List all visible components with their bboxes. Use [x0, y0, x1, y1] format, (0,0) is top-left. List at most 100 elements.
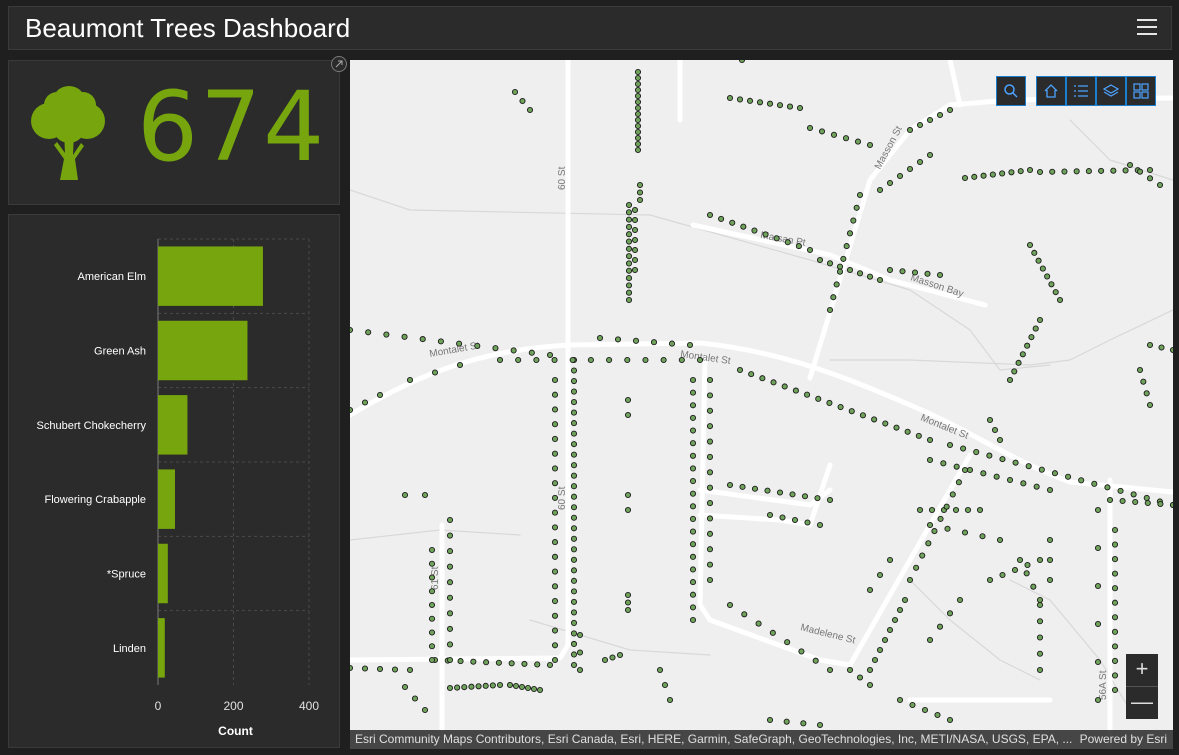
- tree-point[interactable]: [1111, 614, 1119, 621]
- tree-point[interactable]: [454, 684, 461, 691]
- tree-point[interactable]: [1026, 241, 1034, 249]
- tree-point[interactable]: [936, 111, 944, 119]
- tree-point[interactable]: [1111, 585, 1119, 592]
- tree-point[interactable]: [738, 60, 746, 64]
- tree-point[interactable]: [576, 649, 584, 656]
- tree-point[interactable]: [1146, 175, 1154, 182]
- tree-point[interactable]: [570, 588, 578, 595]
- tree-point[interactable]: [739, 483, 746, 490]
- tree-point[interactable]: [706, 561, 714, 568]
- tree-point[interactable]: [625, 296, 633, 304]
- tree-point[interactable]: [848, 408, 855, 415]
- tree-point[interactable]: [431, 369, 439, 376]
- tree-point[interactable]: [706, 469, 714, 476]
- tree-point[interactable]: [901, 596, 909, 604]
- tree-point[interactable]: [551, 376, 559, 384]
- bar[interactable]: [158, 469, 175, 529]
- tree-point[interactable]: [634, 98, 642, 106]
- hamburger-menu-icon[interactable]: [1137, 19, 1157, 37]
- tree-point[interactable]: [1157, 500, 1164, 508]
- tree-point[interactable]: [729, 219, 736, 226]
- legend-icon[interactable]: [1066, 76, 1096, 106]
- tree-point[interactable]: [689, 553, 697, 560]
- tree-point[interactable]: [1035, 257, 1042, 264]
- tree-point[interactable]: [631, 266, 639, 274]
- tree-point[interactable]: [570, 420, 578, 427]
- tree-point[interactable]: [570, 556, 578, 563]
- tree-point[interactable]: [826, 496, 834, 504]
- tree-point[interactable]: [943, 503, 950, 510]
- tree-point[interactable]: [886, 266, 894, 274]
- tree-point[interactable]: [689, 566, 697, 573]
- tree-point[interactable]: [689, 591, 697, 598]
- tree-point[interactable]: [736, 96, 744, 103]
- tree-point[interactable]: [996, 436, 1004, 444]
- tree-point[interactable]: [624, 356, 631, 364]
- tree-point[interactable]: [689, 528, 697, 535]
- tree-point[interactable]: [636, 181, 644, 189]
- tree-point[interactable]: [826, 399, 833, 406]
- tree-point[interactable]: [843, 243, 850, 250]
- tree-point[interactable]: [919, 552, 926, 559]
- tree-point[interactable]: [906, 576, 914, 584]
- tree-point[interactable]: [624, 411, 632, 419]
- tree-point[interactable]: [570, 451, 578, 458]
- tree-point[interactable]: [836, 268, 844, 275]
- tree-point[interactable]: [624, 599, 632, 606]
- tree-point[interactable]: [1033, 483, 1040, 490]
- tree-point[interactable]: [946, 610, 954, 617]
- tree-point[interactable]: [956, 596, 964, 604]
- tree-point[interactable]: [876, 276, 884, 284]
- tree-point[interactable]: [570, 661, 578, 669]
- tree-point[interactable]: [625, 275, 633, 282]
- tree-point[interactable]: [1061, 168, 1068, 175]
- tree-point[interactable]: [511, 88, 519, 96]
- tree-point[interactable]: [812, 657, 819, 664]
- tree-point[interactable]: [634, 110, 642, 118]
- tree-point[interactable]: [866, 681, 874, 689]
- tree-point[interactable]: [886, 556, 894, 564]
- tree-point[interactable]: [689, 541, 697, 548]
- tree-point[interactable]: [1048, 281, 1055, 288]
- tree-point[interactable]: [876, 571, 884, 579]
- tree-point[interactable]: [846, 230, 854, 237]
- tree-point[interactable]: [689, 515, 697, 522]
- tree-point[interactable]: [689, 452, 697, 459]
- tree-point[interactable]: [706, 530, 714, 537]
- tree-point[interactable]: [470, 658, 477, 665]
- tree-point[interactable]: [437, 338, 444, 345]
- tree-point[interactable]: [689, 376, 697, 384]
- tree-point[interactable]: [1036, 618, 1044, 625]
- tree-point[interactable]: [661, 681, 669, 689]
- tree-point[interactable]: [792, 387, 799, 394]
- tree-point[interactable]: [446, 610, 454, 617]
- tree-point[interactable]: [966, 466, 974, 474]
- tree-point[interactable]: [625, 282, 633, 289]
- tree-point[interactable]: [689, 402, 697, 409]
- tree-point[interactable]: [830, 294, 837, 301]
- tree-point[interactable]: [401, 683, 409, 691]
- tree-point[interactable]: [833, 281, 840, 288]
- tree-point[interactable]: [816, 721, 824, 729]
- tree-point[interactable]: [952, 506, 960, 514]
- tree-point[interactable]: [546, 351, 554, 359]
- tree-point[interactable]: [551, 421, 559, 428]
- bar[interactable]: [158, 543, 168, 604]
- tree-point[interactable]: [551, 612, 559, 619]
- tree-point[interactable]: [893, 424, 900, 431]
- tree-point[interactable]: [634, 68, 642, 76]
- tree-point[interactable]: [631, 246, 639, 254]
- tree-point[interactable]: [551, 391, 559, 398]
- tree-point[interactable]: [1026, 166, 1034, 174]
- tree-point[interactable]: [976, 506, 984, 514]
- tree-point[interactable]: [428, 656, 436, 664]
- tree-point[interactable]: [510, 347, 517, 354]
- tree-point[interactable]: [1111, 556, 1119, 563]
- tree-point[interactable]: [625, 238, 633, 245]
- tree-point[interactable]: [937, 515, 944, 522]
- tree-point[interactable]: [1036, 556, 1044, 564]
- tree-point[interactable]: [570, 598, 578, 605]
- tree-point[interactable]: [686, 341, 694, 349]
- tree-point[interactable]: [736, 366, 744, 374]
- tree-point[interactable]: [456, 361, 464, 369]
